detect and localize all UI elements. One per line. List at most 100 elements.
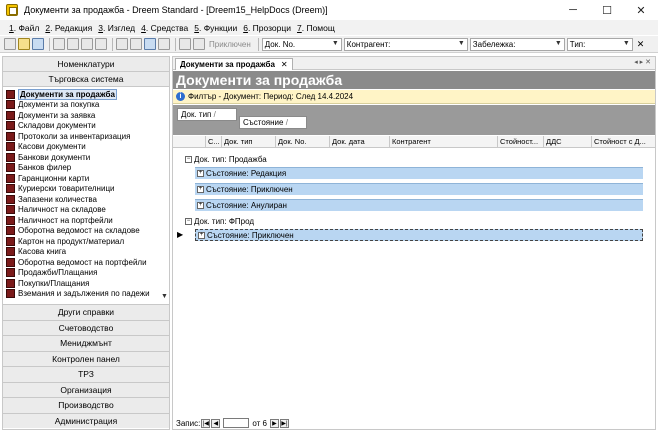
nav-item[interactable]: Протоколи за инвентаризация — [3, 131, 169, 142]
collapse-icon[interactable]: − — [185, 156, 192, 164]
nav-group-organization[interactable]: Организация — [3, 381, 169, 397]
copy-icon[interactable] — [67, 38, 79, 50]
close-doc-button[interactable]: Приключен — [209, 40, 251, 49]
prev-record-button[interactable]: ◀ — [211, 418, 221, 428]
group-row-sale[interactable]: − Док. тип: Продажба — [185, 154, 267, 165]
nav-group-control-panel[interactable]: Контролен панел — [3, 350, 169, 366]
nav-group-payroll[interactable]: ТРЗ — [3, 366, 169, 382]
paste-icon[interactable] — [81, 38, 93, 50]
contractor-field[interactable]: Контрагент: ▼ — [343, 37, 468, 51]
nav-item[interactable]: Картон на продукт/материал — [3, 236, 169, 247]
close-tab-icon[interactable]: ✕ — [281, 60, 288, 69]
first-record-button[interactable]: |◀ — [201, 418, 211, 428]
nav-group-production[interactable]: Производство — [3, 397, 169, 413]
record-number-input[interactable] — [223, 418, 250, 428]
group-row-fprod[interactable]: − Док. тип: ФПрод — [185, 216, 254, 227]
close-button[interactable]: ✕ — [624, 0, 658, 20]
nav-group-management[interactable]: Мениджмънт — [3, 335, 169, 351]
menu-file[interactable]: 1. Файл — [9, 23, 39, 33]
expand-icon[interactable]: + — [197, 186, 204, 194]
expand-icon[interactable]: + — [197, 170, 204, 178]
filter-bar[interactable]: i Филтър - Документ: Период: След 14.4.2… — [173, 90, 655, 104]
nav-item[interactable]: Банков филер — [3, 163, 169, 174]
group-chip-state[interactable]: Състояние / — [239, 116, 307, 129]
group-row-state-cancelled[interactable]: + Състояние: Анулиран — [195, 199, 643, 211]
nav-item[interactable]: Наличност на портфейли — [3, 215, 169, 226]
column-value[interactable]: Стойност... — [497, 136, 543, 148]
menu-windows[interactable]: 6. Прозорци — [243, 23, 291, 33]
document-icon — [6, 152, 15, 162]
nav-item[interactable]: Наличност на складове — [3, 205, 169, 216]
collapse-icon[interactable]: − — [185, 218, 192, 226]
info-icon: i — [176, 92, 185, 101]
open-folder-icon[interactable] — [18, 38, 30, 50]
chevron-down-icon: ▼ — [554, 39, 562, 47]
column-state[interactable]: С... — [205, 136, 221, 148]
nav-item[interactable]: Документи за покупка — [3, 100, 169, 111]
page-title: Документи за продажба — [173, 71, 655, 89]
nav-item[interactable]: Документи за заявка — [3, 110, 169, 121]
type-field[interactable]: Тип: ▼ — [566, 37, 633, 51]
column-value-with-vat[interactable]: Стойност с Д... — [591, 136, 655, 148]
nav-item[interactable]: Касова книга — [3, 247, 169, 258]
nav-item[interactable]: Оборотна ведомост на портфейли — [3, 257, 169, 268]
nav-group-accounting[interactable]: Счетоводство — [3, 319, 169, 335]
nav-item[interactable]: Гаранционни карти — [3, 173, 169, 184]
document-icon[interactable] — [193, 38, 205, 50]
menu-view[interactable]: 3. Изглед — [98, 23, 135, 33]
save-icon[interactable] — [32, 38, 44, 50]
column-doc-type[interactable]: Док. тип — [221, 136, 275, 148]
group-row-state-closed[interactable]: + Състояние: Приключен — [195, 183, 643, 195]
nav-item[interactable]: Касови документи — [3, 142, 169, 153]
menu-edit[interactable]: 2. Редакция — [45, 23, 92, 33]
expand-icon[interactable]: + — [197, 202, 204, 210]
tab-nav-icons[interactable]: ◂ ▸ ✕ — [634, 58, 651, 66]
group-row-fprod-state-closed[interactable]: + Състояние: Приключен — [195, 229, 643, 241]
maximize-button[interactable]: ☐ — [590, 0, 624, 20]
nav-item[interactable]: Продажби/Плащания — [3, 268, 169, 279]
expand-icon[interactable]: + — [198, 232, 205, 240]
refresh-icon[interactable] — [158, 38, 170, 50]
doc-no-field[interactable]: Док. No. ▼ — [261, 37, 342, 51]
checkmark-icon[interactable] — [179, 38, 191, 50]
clear-filter-icon[interactable]: ✕ — [637, 39, 645, 50]
nav-item[interactable]: Банкови документи — [3, 152, 169, 163]
minimize-button[interactable]: ─ — [556, 0, 590, 20]
nav-item-sales-docs[interactable]: Документи за продажба — [3, 89, 169, 100]
menu-tools[interactable]: 4. Средства — [141, 23, 188, 33]
column-doc-date[interactable]: Док. дата — [329, 136, 389, 148]
tab-sales-docs[interactable]: Документи за продажба ✕ — [175, 58, 293, 70]
new-doc-icon[interactable] — [4, 38, 16, 50]
print-preview-icon[interactable] — [130, 38, 142, 50]
column-doc-no[interactable]: Док. No. — [275, 136, 329, 148]
next-record-button[interactable]: ▶ — [269, 418, 279, 428]
column-contractor[interactable]: Контрагент — [389, 136, 497, 148]
column-vat[interactable]: ДДС — [543, 136, 591, 148]
nav-item[interactable]: Вземания и задължения по падежи — [3, 289, 169, 300]
nav-group-other-reports[interactable]: Други справки — [3, 304, 169, 320]
chevron-down-icon: ▼ — [457, 39, 465, 47]
nav-item[interactable]: Складови документи — [3, 121, 169, 132]
menu-functions[interactable]: 5. Функции — [194, 23, 237, 33]
last-record-button[interactable]: ▶| — [279, 418, 289, 428]
delete-icon[interactable] — [95, 38, 107, 50]
group-row-state-edit[interactable]: + Състояние: Редакция — [195, 167, 643, 179]
print-icon[interactable] — [116, 38, 128, 50]
nav-section-trade-system[interactable]: Търговска система — [3, 72, 169, 87]
export-icon[interactable] — [144, 38, 156, 50]
document-icon — [6, 247, 15, 257]
nav-group-administration[interactable]: Администрация — [3, 412, 169, 428]
menu-help[interactable]: 7. Помощ — [297, 23, 335, 33]
nav-item[interactable]: Запазени количества — [3, 194, 169, 205]
main-panel: Документи за продажба ✕ ◂ ▸ ✕ Документи з… — [172, 56, 656, 430]
note-field[interactable]: Забележка: ▼ — [469, 37, 565, 51]
group-chip-doc-type[interactable]: Док. тип / — [177, 108, 237, 121]
scroll-down-icon[interactable]: ▼ — [161, 293, 168, 300]
document-icon — [6, 131, 15, 141]
nav-item[interactable]: Оборотна ведомост на складове — [3, 226, 169, 237]
cut-icon[interactable] — [53, 38, 65, 50]
nav-header-nomenclatures[interactable]: Номенклатури — [3, 57, 169, 72]
nav-item[interactable]: Куриерски товарителници — [3, 184, 169, 195]
nav-item[interactable]: Покупки/Плащания — [3, 278, 169, 289]
record-navigator: Запис: |◀ ◀ от 6 ▶ ▶| — [173, 417, 655, 429]
